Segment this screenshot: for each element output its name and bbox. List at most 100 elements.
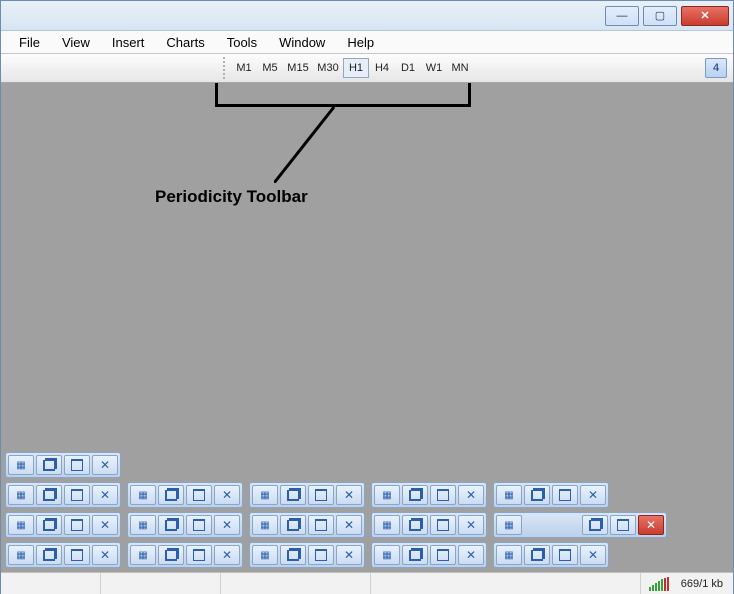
window-minimize-button[interactable]: — xyxy=(605,6,639,26)
child-window[interactable]: ▦ ✕ xyxy=(371,512,487,538)
menu-file[interactable]: File xyxy=(9,33,50,52)
child-restore-button[interactable] xyxy=(36,545,62,565)
child-restore-button[interactable] xyxy=(280,545,306,565)
child-window[interactable]: ▦ ✕ xyxy=(249,542,365,568)
child-close-button[interactable]: ✕ xyxy=(336,515,362,535)
child-maximize-button[interactable] xyxy=(430,515,456,535)
period-m30[interactable]: M30 xyxy=(313,58,343,78)
child-window[interactable]: ▦ ✕ xyxy=(5,542,121,568)
child-close-button[interactable]: ✕ xyxy=(458,515,484,535)
child-close-button[interactable]: ✕ xyxy=(92,455,118,475)
child-restore-button[interactable] xyxy=(280,485,306,505)
child-restore-button[interactable] xyxy=(524,545,550,565)
child-close-button[interactable]: ✕ xyxy=(458,485,484,505)
child-close-button[interactable]: ✕ xyxy=(336,485,362,505)
child-window[interactable]: ▦ ✕ xyxy=(5,452,121,478)
status-seg xyxy=(1,573,101,594)
menu-tools[interactable]: Tools xyxy=(217,33,267,52)
child-maximize-button[interactable] xyxy=(64,455,90,475)
period-w1[interactable]: W1 xyxy=(421,58,447,78)
period-m5[interactable]: M5 xyxy=(257,58,283,78)
menu-charts[interactable]: Charts xyxy=(156,33,214,52)
status-seg xyxy=(371,573,641,594)
child-restore-button[interactable] xyxy=(402,545,428,565)
chart-count-badge[interactable]: 4 xyxy=(705,58,727,78)
child-restore-button[interactable] xyxy=(402,515,428,535)
child-maximize-button[interactable] xyxy=(64,515,90,535)
child-window[interactable]: ▦ ✕ xyxy=(371,542,487,568)
child-close-button[interactable]: ✕ xyxy=(214,515,240,535)
menubar: File View Insert Charts Tools Window Hel… xyxy=(1,31,733,53)
chart-icon: ▦ xyxy=(496,485,522,505)
child-close-button[interactable]: ✕ xyxy=(92,485,118,505)
child-window[interactable]: ▦ ✕ xyxy=(5,482,121,508)
child-close-button[interactable]: ✕ xyxy=(92,545,118,565)
child-maximize-button[interactable] xyxy=(430,485,456,505)
child-close-button[interactable]: ✕ xyxy=(580,545,606,565)
child-window[interactable]: ▦ ✕ xyxy=(249,512,365,538)
child-maximize-button[interactable] xyxy=(186,515,212,535)
child-maximize-button[interactable] xyxy=(552,485,578,505)
child-maximize-button[interactable] xyxy=(186,545,212,565)
minimize-icon: — xyxy=(617,10,628,22)
child-window[interactable]: ▦ ✕ xyxy=(493,542,609,568)
statusbar: 669/1 kb xyxy=(1,572,733,594)
status-seg xyxy=(221,573,371,594)
child-restore-button[interactable] xyxy=(36,515,62,535)
child-maximize-button[interactable] xyxy=(308,545,334,565)
child-restore-button[interactable] xyxy=(524,485,550,505)
window-maximize-button[interactable]: ▢ xyxy=(643,6,677,26)
child-restore-button[interactable] xyxy=(158,545,184,565)
child-close-button[interactable]: ✕ xyxy=(214,485,240,505)
child-window[interactable]: ▦ ✕ xyxy=(493,482,609,508)
child-close-button[interactable]: ✕ xyxy=(92,515,118,535)
chart-icon: ▦ xyxy=(130,515,156,535)
child-close-button[interactable]: ✕ xyxy=(638,515,664,535)
child-restore-button[interactable] xyxy=(36,455,62,475)
menu-insert[interactable]: Insert xyxy=(102,33,155,52)
child-maximize-button[interactable] xyxy=(186,485,212,505)
annotation-box xyxy=(215,83,471,107)
child-window[interactable]: ▦ ✕ xyxy=(127,482,243,508)
child-close-button[interactable]: ✕ xyxy=(336,545,362,565)
child-maximize-button[interactable] xyxy=(308,515,334,535)
child-restore-button[interactable] xyxy=(158,515,184,535)
chart-icon: ▦ xyxy=(252,485,278,505)
child-window[interactable]: ▦ ✕ xyxy=(371,482,487,508)
period-m1[interactable]: M1 xyxy=(231,58,257,78)
child-restore-button[interactable] xyxy=(36,485,62,505)
child-maximize-button[interactable] xyxy=(64,485,90,505)
chart-icon: ▦ xyxy=(130,485,156,505)
window-close-button[interactable]: ✕ xyxy=(681,6,729,26)
workspace-area: Periodicity Toolbar ▦ ✕ ▦ ✕ ▦ ✕ xyxy=(1,83,733,572)
connection-bars-icon xyxy=(649,577,669,591)
menu-window[interactable]: Window xyxy=(269,33,335,52)
child-maximize-button[interactable] xyxy=(552,545,578,565)
child-window[interactable]: ▦ ✕ xyxy=(127,542,243,568)
menu-view[interactable]: View xyxy=(52,33,100,52)
periodicity-toolbar: M1 M5 M15 M30 H1 H4 D1 W1 MN xyxy=(223,57,473,79)
child-restore-button[interactable] xyxy=(280,515,306,535)
chart-icon: ▦ xyxy=(252,515,278,535)
child-restore-button[interactable] xyxy=(158,485,184,505)
child-close-button[interactable]: ✕ xyxy=(458,545,484,565)
child-window[interactable]: ▦ ✕ xyxy=(5,512,121,538)
period-mn[interactable]: MN xyxy=(447,58,473,78)
period-h1[interactable]: H1 xyxy=(343,58,369,78)
period-m15[interactable]: M15 xyxy=(283,58,313,78)
child-maximize-button[interactable] xyxy=(64,545,90,565)
child-window-active[interactable]: ▦ ✕ xyxy=(493,512,667,538)
menu-help[interactable]: Help xyxy=(337,33,384,52)
child-restore-button[interactable] xyxy=(402,485,428,505)
child-restore-button[interactable] xyxy=(582,515,608,535)
child-maximize-button[interactable] xyxy=(308,485,334,505)
child-maximize-button[interactable] xyxy=(430,545,456,565)
child-window[interactable]: ▦ ✕ xyxy=(127,512,243,538)
period-d1[interactable]: D1 xyxy=(395,58,421,78)
child-close-button[interactable]: ✕ xyxy=(214,545,240,565)
period-h4[interactable]: H4 xyxy=(369,58,395,78)
child-window[interactable]: ▦ ✕ xyxy=(249,482,365,508)
child-maximize-button[interactable] xyxy=(610,515,636,535)
maximize-icon: ▢ xyxy=(655,9,665,22)
child-close-button[interactable]: ✕ xyxy=(580,485,606,505)
